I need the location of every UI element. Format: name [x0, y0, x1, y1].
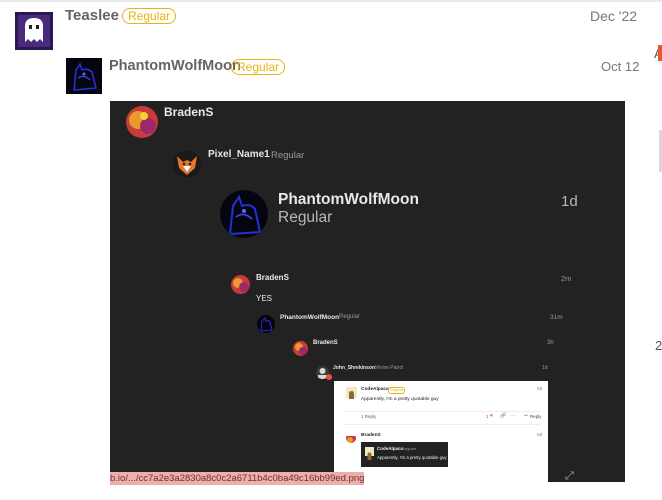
- post-date[interactable]: Dec '22: [590, 8, 637, 24]
- quote-text: Apparently, I'm a pretty quotable guy: [377, 455, 447, 460]
- alpaca-avatar-icon: [365, 447, 374, 460]
- avatar[interactable]: [66, 58, 102, 94]
- embed-username: BradenS: [256, 273, 289, 282]
- embed-username: Pixel_Name1: [208, 149, 270, 160]
- embed-user-title: Regular: [271, 150, 305, 161]
- avatar: [220, 190, 268, 238]
- embed-time: 31m: [550, 314, 563, 321]
- ghost-avatar-icon: [15, 12, 53, 50]
- avatar: [173, 150, 201, 178]
- fox-avatar-icon: [173, 150, 201, 178]
- avatar: [231, 275, 250, 294]
- reply-label: Reply: [530, 414, 542, 419]
- wolf-avatar-icon: [66, 58, 102, 94]
- reply-icon: ↩: [524, 413, 529, 419]
- quoted-post-card: CodeAlpaca Regular 5d Apparently, I'm a …: [334, 381, 548, 482]
- post-username[interactable]: PhantomWolfMoon: [109, 58, 241, 74]
- abstract-avatar-icon: [231, 275, 250, 294]
- abstract-avatar-icon: [126, 106, 158, 138]
- embed-username: PhantomWolfMoon: [280, 314, 340, 321]
- quote-box: CodeAlpaca Regular Apparently, I'm a pre…: [361, 442, 448, 467]
- user-title-badge: Regular: [231, 59, 286, 75]
- embedded-image[interactable]: BradenS Pixel_Name1 Regular PhantomWolfM…: [110, 101, 625, 482]
- quoted-time: 5d: [537, 387, 543, 392]
- quoted-text: Apparently, I'm a pretty quotable guy: [361, 397, 439, 402]
- link-icon: 🔗: [500, 413, 507, 419]
- more-icon: ···: [510, 413, 515, 419]
- embed-time: 1d: [561, 193, 578, 210]
- heart-icon: ♥: [490, 413, 493, 419]
- user-title-badge: Regular: [122, 8, 177, 24]
- avatar: [126, 106, 158, 138]
- post-date[interactable]: Oct 12: [601, 59, 639, 74]
- embed-user-title: Regular: [339, 314, 361, 320]
- timeline-fragment: 2: [655, 338, 662, 353]
- avatar: [293, 341, 308, 356]
- embed-time: 1d: [542, 365, 548, 371]
- embed-time: 2m: [561, 274, 572, 283]
- image-url-bar[interactable]: b.io/.../cc7a2e3a2830a8c0c2a6711b4c0ba49…: [110, 472, 364, 485]
- quote-title: Regular: [402, 446, 417, 451]
- avatar[interactable]: [15, 12, 53, 50]
- alpaca-avatar-icon: [346, 387, 357, 399]
- embed-user-title: Meme Patrol: [375, 365, 404, 371]
- avatar: [257, 315, 275, 333]
- status-dot: [326, 374, 332, 380]
- divider: [344, 411, 540, 412]
- embed-username: PhantomWolfMoon: [278, 191, 419, 208]
- embed-post-text: YES: [256, 294, 273, 303]
- wolf-avatar-icon: [220, 190, 268, 238]
- sub-time: 5d: [537, 433, 543, 438]
- embed-username: John_Shrekinson: [333, 365, 375, 371]
- expand-icon[interactable]: ⤢: [565, 469, 574, 482]
- wolf-avatar-icon: [257, 315, 275, 333]
- abstract-avatar-icon: [293, 341, 308, 356]
- quote-username: CodeAlpaca: [377, 446, 404, 451]
- quoted-username: CodeAlpaca: [361, 387, 389, 392]
- top-divider: [0, 0, 662, 2]
- replies-toggle: 1 Reply: [361, 414, 377, 419]
- post-username[interactable]: Teaslee: [65, 7, 119, 24]
- embed-username: BradenS: [164, 105, 214, 119]
- embed-user-title: Regular: [278, 209, 333, 226]
- like-count: 1: [486, 414, 489, 419]
- sub-username: BradenS: [361, 433, 381, 438]
- sidebar-marker: [658, 45, 662, 61]
- embed-time: 3h: [547, 340, 554, 346]
- divider: [344, 424, 540, 425]
- embed-username: BradenS: [313, 340, 338, 346]
- quoted-badge: Regular: [388, 387, 406, 394]
- abstract-avatar-icon: [346, 433, 356, 443]
